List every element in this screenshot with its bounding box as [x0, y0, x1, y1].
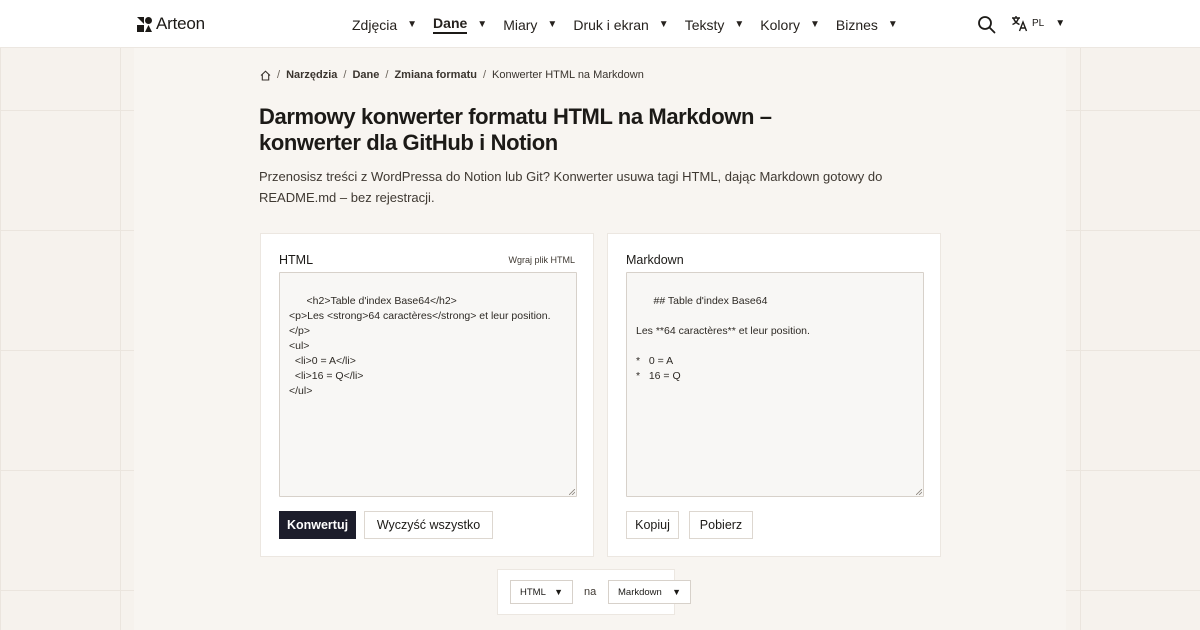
- top-navigation-bar: Arteon Zdjęcia ▼ Dane ▼ Miary ▼ Druk i e…: [0, 0, 1200, 48]
- logo-text: Arteon: [156, 14, 205, 33]
- breadcrumb-separator: /: [482, 69, 487, 81]
- breadcrumb-separator: /: [343, 69, 347, 81]
- logo[interactable]: Arteon: [136, 14, 205, 34]
- nav-item-label: Dane: [433, 15, 468, 34]
- nav-item-label: Teksty: [684, 16, 725, 33]
- language-switcher[interactable]: PL ▼: [1011, 15, 1065, 32]
- nav-item-kolory[interactable]: Kolory ▼: [760, 15, 820, 34]
- markdown-output-panel: Markdown ## Table d'index Base64 Les **6…: [607, 233, 941, 557]
- chevron-down-icon: ▼: [734, 19, 745, 30]
- nav-item-label: Zdjęcia: [352, 16, 398, 33]
- resize-handle-icon[interactable]: [569, 489, 575, 495]
- main-content: / Narzędzia / Dane / Zmiana formatu / Ko…: [134, 48, 1066, 630]
- chevron-down-icon: ▼: [477, 19, 488, 30]
- translate-icon: [1012, 16, 1028, 32]
- breadcrumb-separator: /: [385, 69, 389, 81]
- source-format-value: HTML: [520, 586, 546, 598]
- source-format-select[interactable]: HTML ▼: [510, 580, 573, 604]
- chevron-down-icon: ▼: [1055, 18, 1066, 29]
- page-description: Przenosisz treści z WordPressa do Notion…: [259, 169, 883, 205]
- nav-item-biznes[interactable]: Biznes ▼: [836, 15, 898, 34]
- main-nav: Zdjęcia ▼ Dane ▼ Miary ▼ Druk i ekran ▼ …: [352, 15, 914, 34]
- nav-item-label: Miary: [503, 16, 538, 33]
- nav-item-dane[interactable]: Dane ▼: [433, 15, 487, 34]
- breadcrumb-current: Konwerter HTML na Markdown: [492, 69, 644, 81]
- upload-html-file-link[interactable]: Wgraj plik HTML: [508, 255, 575, 265]
- home-icon[interactable]: [260, 69, 271, 81]
- breadcrumb-item-zmiana-formatu[interactable]: Zmiana formatu: [394, 69, 477, 81]
- chevron-down-icon: ▼: [809, 19, 820, 30]
- breadcrumb-item-dane[interactable]: Dane: [352, 69, 379, 81]
- nav-item-label: Druk i ekran: [573, 16, 649, 33]
- breadcrumb-separator: /: [277, 69, 281, 81]
- html-input-panel: HTML Wgraj plik HTML <h2>Table d'index B…: [260, 233, 594, 557]
- page-title: Darmowy konwerter formatu HTML na Markdo…: [259, 104, 772, 155]
- chevron-down-icon: ▼: [658, 19, 669, 30]
- breadcrumb-item-narzedzia[interactable]: Narzędzia: [286, 69, 337, 81]
- nav-item-label: Kolory: [760, 16, 800, 33]
- convert-button[interactable]: Konwertuj: [279, 511, 356, 539]
- nav-item-druk-i-ekran[interactable]: Druk i ekran ▼: [573, 15, 668, 34]
- target-format-select[interactable]: Markdown ▼: [608, 580, 691, 604]
- chevron-down-icon: ▼: [554, 587, 563, 597]
- chevron-down-icon: ▼: [407, 19, 418, 30]
- nav-item-miary[interactable]: Miary ▼: [503, 15, 557, 34]
- panel-title: Markdown: [626, 253, 684, 267]
- nav-item-zdjecia[interactable]: Zdjęcia ▼: [352, 15, 417, 34]
- markdown-output-value: ## Table d'index Base64 Les **64 caractè…: [636, 295, 810, 382]
- logo-mark-icon: [137, 16, 152, 32]
- format-switcher: HTML ▼ na Markdown ▼: [497, 569, 691, 615]
- resize-handle-icon[interactable]: [916, 489, 922, 495]
- copy-button[interactable]: Kopiuj: [626, 511, 679, 539]
- format-separator-label: na: [584, 586, 597, 598]
- chevron-down-icon: ▼: [887, 19, 898, 30]
- html-input-value: <h2>Table d'index Base64</h2> <p>Les <st…: [289, 295, 551, 397]
- nav-item-label: Biznes: [835, 16, 878, 33]
- download-button[interactable]: Pobierz: [689, 511, 753, 539]
- target-format-value: Markdown: [618, 586, 662, 598]
- panel-title: HTML: [279, 253, 314, 267]
- clear-all-button[interactable]: Wyczyść wszystko: [364, 511, 493, 539]
- chevron-down-icon: ▼: [547, 19, 558, 30]
- html-input-textarea[interactable]: <h2>Table d'index Base64</h2> <p>Les <st…: [279, 272, 577, 497]
- nav-item-teksty[interactable]: Teksty ▼: [685, 15, 745, 34]
- breadcrumb: / Narzędzia / Dane / Zmiana formatu / Ko…: [260, 69, 644, 81]
- markdown-output-textarea[interactable]: ## Table d'index Base64 Les **64 caractè…: [626, 272, 924, 497]
- search-icon[interactable]: [977, 15, 996, 34]
- chevron-down-icon: ▼: [672, 587, 681, 597]
- language-code: PL: [1032, 18, 1045, 29]
